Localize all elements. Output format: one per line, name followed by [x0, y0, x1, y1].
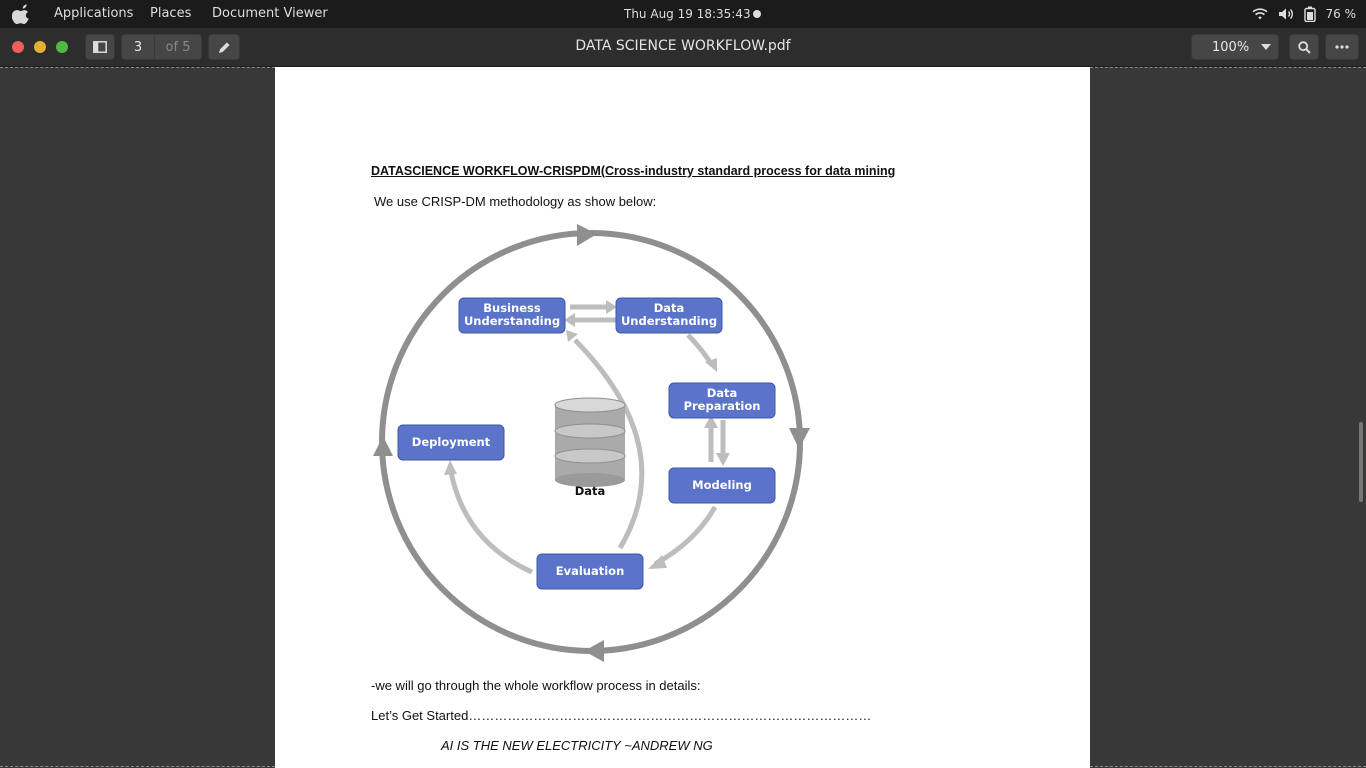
modeling-box: Modeling — [668, 467, 776, 504]
menu-applications[interactable]: Applications — [54, 6, 133, 21]
arrowhead-icon — [564, 313, 575, 327]
box-label: Deployment — [412, 435, 491, 449]
window-title: DATA SCIENCE WORKFLOW.pdf — [575, 38, 791, 54]
vertical-scrollbar[interactable] — [1359, 422, 1363, 502]
menu-document-viewer[interactable]: Document Viewer — [212, 6, 328, 21]
data-label: Data — [575, 484, 606, 498]
page-boundary-line — [0, 766, 275, 767]
business-understanding-box: Business Understanding — [458, 297, 566, 334]
crisp-dm-diagram: Data Business Understanding Data Underst… — [373, 224, 810, 662]
arrow-evaluation-to-deployment — [448, 471, 534, 575]
cycle-arrow-icon — [789, 428, 810, 449]
cycle-arrow-icon — [373, 436, 393, 456]
box-label: Data — [707, 386, 738, 400]
box-label: Evaluation — [556, 564, 625, 578]
data-preparation-box: Data Preparation — [668, 382, 776, 419]
quote-line: AI IS THE NEW ELECTRICITY ~ANDREW NG — [441, 738, 713, 753]
more-options-icon — [1335, 45, 1349, 49]
body-line-1: -we will go through the whole workflow p… — [371, 678, 701, 693]
box-label: Data — [654, 301, 685, 315]
cycle-arrow-icon — [584, 640, 604, 662]
document-view[interactable]: DATASCIENCE WORKFLOW-CRISPDM(Cross-indus… — [0, 67, 1366, 768]
page-boundary-line — [1090, 67, 1366, 68]
data-understanding-box: Data Understanding — [615, 297, 723, 334]
notification-dot-icon — [753, 10, 761, 18]
body-line-2: Let’s Get Started……………………………………………………………… — [371, 708, 872, 723]
search-icon — [1297, 40, 1311, 54]
box-label: Business — [483, 301, 541, 315]
page-boundary-line — [0, 67, 275, 68]
page-boundary-line — [1090, 766, 1366, 767]
clock[interactable]: Thu Aug 19 18:35:43 — [624, 7, 751, 21]
arrow-understanding-to-preparation — [686, 333, 713, 364]
arrow-modeling-to-evaluation — [653, 505, 718, 567]
chevron-down-icon — [1261, 44, 1272, 50]
document-heading: DATASCIENCE WORKFLOW-CRISPDM(Cross-indus… — [371, 164, 896, 178]
pdf-page: DATASCIENCE WORKFLOW-CRISPDM(Cross-indus… — [275, 67, 1090, 768]
apple-logo-icon[interactable] — [12, 4, 32, 24]
wifi-icon[interactable] — [1251, 7, 1268, 21]
database-icon — [554, 397, 626, 487]
arrowhead-icon — [716, 453, 730, 466]
box-label: Understanding — [621, 314, 717, 328]
zoom-level: 100% — [1212, 39, 1250, 55]
evaluation-box: Evaluation — [536, 553, 644, 590]
cycle-arrow-icon — [577, 224, 597, 246]
box-label: Preparation — [684, 399, 761, 413]
box-label: Understanding — [464, 314, 560, 328]
zoom-dropdown[interactable]: 100% — [1191, 34, 1279, 60]
document-viewer-headerbar: 3 of 5 DATA SCIENCE WORKFLOW.pdf 100% — [0, 28, 1366, 67]
menu-places[interactable]: Places — [150, 6, 191, 21]
system-top-bar: Applications Places Document Viewer Thu … — [0, 0, 1366, 28]
battery-percentage: 76 % — [1325, 7, 1357, 21]
arrowhead-icon — [606, 300, 617, 314]
menu-button[interactable] — [1325, 34, 1359, 60]
arrowhead-icon — [444, 460, 457, 475]
battery-icon[interactable] — [1303, 6, 1316, 22]
deployment-box: Deployment — [397, 424, 505, 461]
volume-icon[interactable] — [1278, 7, 1294, 21]
box-label: Modeling — [692, 478, 752, 492]
search-button[interactable] — [1289, 34, 1319, 60]
intro-text: We use CRISP-DM methodology as show belo… — [374, 194, 657, 209]
